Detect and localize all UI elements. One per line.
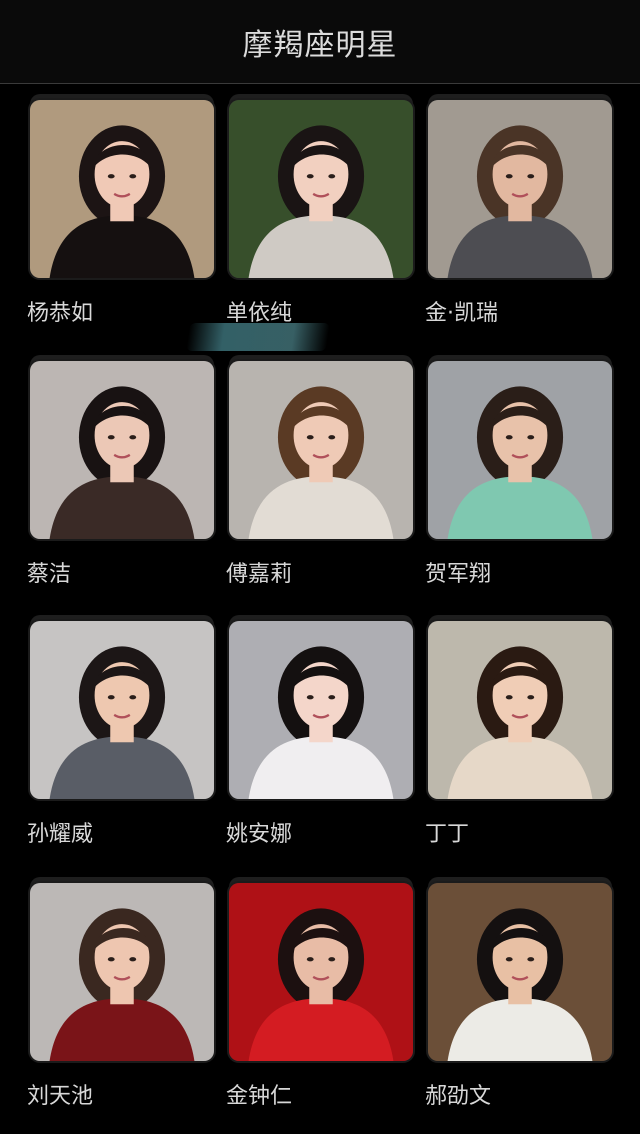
celebrity-photo[interactable]: [28, 619, 216, 801]
celebrity-card[interactable]: 傅嘉莉: [226, 351, 415, 591]
celebrity-card[interactable]: 杨恭如: [27, 90, 216, 330]
celebrity-photo[interactable]: [227, 359, 415, 541]
celebrity-photo[interactable]: [227, 619, 415, 801]
celebrity-photo[interactable]: [426, 98, 614, 280]
celebrity-photo[interactable]: [227, 98, 415, 280]
celebrity-photo[interactable]: [28, 881, 216, 1063]
celebrity-name: 丁丁: [425, 822, 470, 847]
celebrity-card[interactable]: 姚安娜: [226, 611, 415, 851]
header-bar: 摩羯座明星: [0, 0, 640, 84]
celebrity-card[interactable]: 刘天池: [27, 873, 216, 1113]
page-title: 摩羯座明星: [242, 27, 398, 63]
celebrity-card[interactable]: 金钟仁: [226, 873, 415, 1113]
celebrity-photo[interactable]: [426, 881, 614, 1063]
celebrity-name: 金·凯瑞: [425, 301, 498, 326]
celebrity-name: 金钟仁: [226, 1084, 293, 1109]
celebrity-card[interactable]: 单依纯: [226, 90, 415, 330]
celebrity-photo[interactable]: [227, 881, 415, 1063]
celebrity-card[interactable]: 蔡洁: [27, 351, 216, 591]
celebrity-name: 郝劭文: [425, 1084, 492, 1109]
celebrity-card[interactable]: 贺军翔: [425, 351, 614, 591]
celebrity-name: 孙耀威: [27, 822, 94, 847]
celebrity-name: 姚安娜: [226, 822, 293, 847]
celebrity-name: 杨恭如: [27, 301, 94, 326]
celebrity-photo[interactable]: [426, 359, 614, 541]
celebrity-card[interactable]: 金·凯瑞: [425, 90, 614, 330]
celebrity-grid: 杨恭如 单依纯 金·凯瑞蔡洁 傅嘉莉 贺军翔孙耀威 姚安娜 丁丁刘天池 金钟仁 郝劭文: [0, 84, 640, 1134]
celebrity-name: 傅嘉莉: [226, 562, 293, 587]
celebrity-card[interactable]: 郝劭文: [425, 873, 614, 1113]
celebrity-name: 贺军翔: [425, 562, 492, 587]
celebrity-photo[interactable]: [28, 359, 216, 541]
celebrity-card[interactable]: 孙耀威: [27, 611, 216, 851]
celebrity-card[interactable]: 丁丁: [425, 611, 614, 851]
decorative-smudge: [186, 323, 330, 351]
celebrity-name: 蔡洁: [27, 562, 72, 587]
celebrity-photo[interactable]: [426, 619, 614, 801]
celebrity-name: 刘天池: [27, 1084, 94, 1109]
celebrity-photo[interactable]: [28, 98, 216, 280]
